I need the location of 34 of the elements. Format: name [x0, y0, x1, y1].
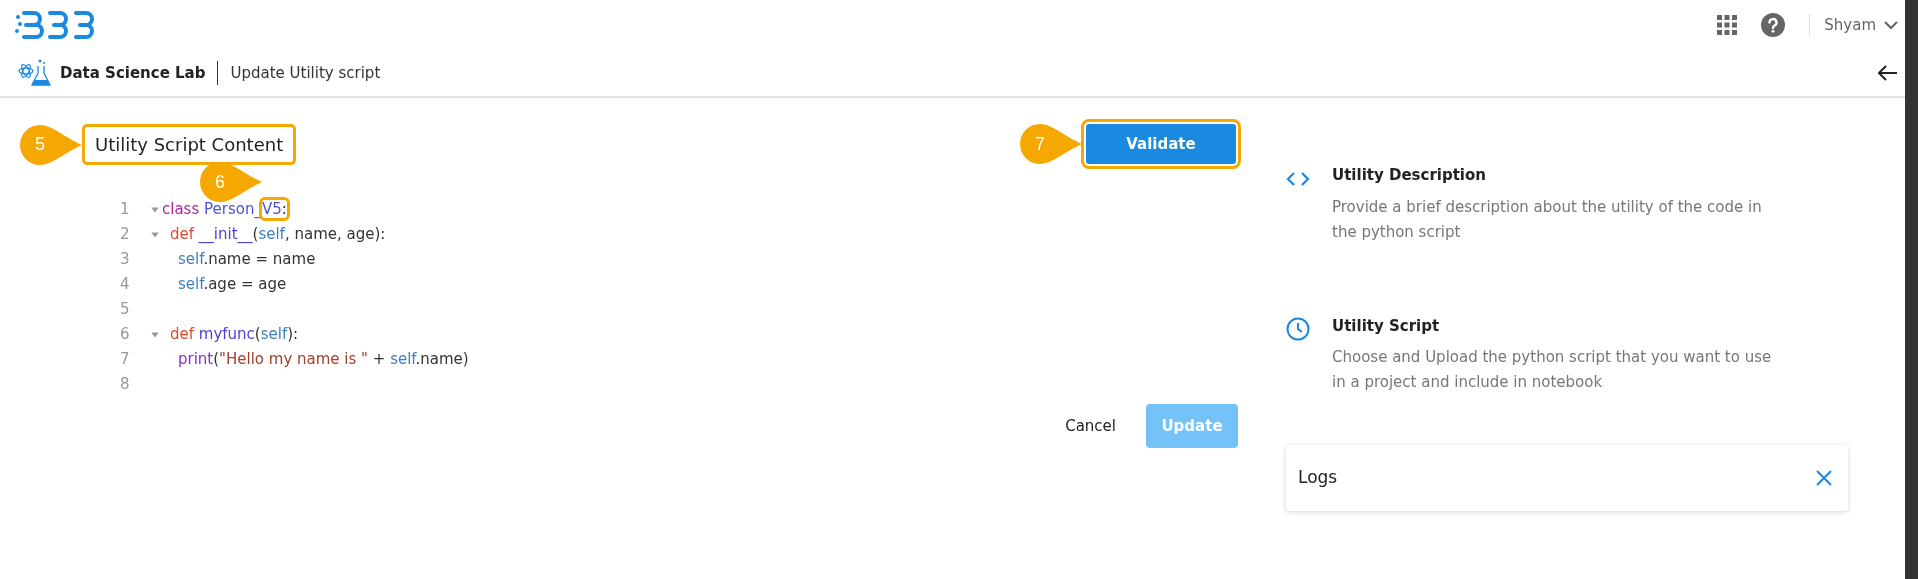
clock-icon	[1286, 317, 1310, 341]
line-number: 4	[120, 274, 131, 296]
code-line: self.age = age	[177, 274, 287, 296]
code-line: print("Hello my name is " + self.name)	[177, 349, 469, 371]
logs-title: Logs	[1298, 466, 1338, 490]
info-description: Provide a brief description about the utility of the code in the python script	[1332, 196, 1763, 243]
code-line: self.name = name	[177, 249, 316, 271]
close-icon[interactable]	[1816, 470, 1832, 486]
step-marker: 6	[199, 162, 262, 203]
line-number: 8	[120, 374, 131, 396]
page-title: Update Utility script	[230, 62, 381, 84]
code-line: def myfunc(self):	[169, 324, 299, 346]
user-name[interactable]: Shyam	[1824, 13, 1876, 37]
code-icon	[1286, 170, 1310, 187]
step-marker: 5	[20, 124, 82, 165]
section-title: Utility Script Content	[82, 124, 297, 165]
line-number: 3	[120, 249, 131, 271]
line-number: 6	[120, 324, 131, 346]
chevron-down-icon[interactable]	[1884, 20, 1898, 30]
line-number: 2	[120, 224, 131, 246]
line-number: 1	[120, 199, 131, 221]
info-description: Choose and Upload the python script that you want to use in a project and include in notebook	[1332, 347, 1772, 393]
line-number: 5	[120, 299, 131, 321]
code-line: def __init__(self, name, age):	[169, 224, 386, 246]
help-icon[interactable]	[1761, 13, 1786, 37]
apps-grid-icon[interactable]	[1717, 15, 1738, 35]
back-arrow-icon[interactable]	[1878, 65, 1898, 81]
cancel-button[interactable]: Cancel	[1059, 413, 1122, 439]
info-title: Utility Description	[1332, 165, 1487, 186]
science-flask-icon	[18, 58, 52, 88]
line-number: 7	[120, 349, 131, 371]
breadcrumb-app[interactable]: Data Science Lab	[60, 61, 206, 85]
step-marker: 7	[1020, 124, 1082, 164]
info-title: Utility Script	[1332, 315, 1441, 337]
